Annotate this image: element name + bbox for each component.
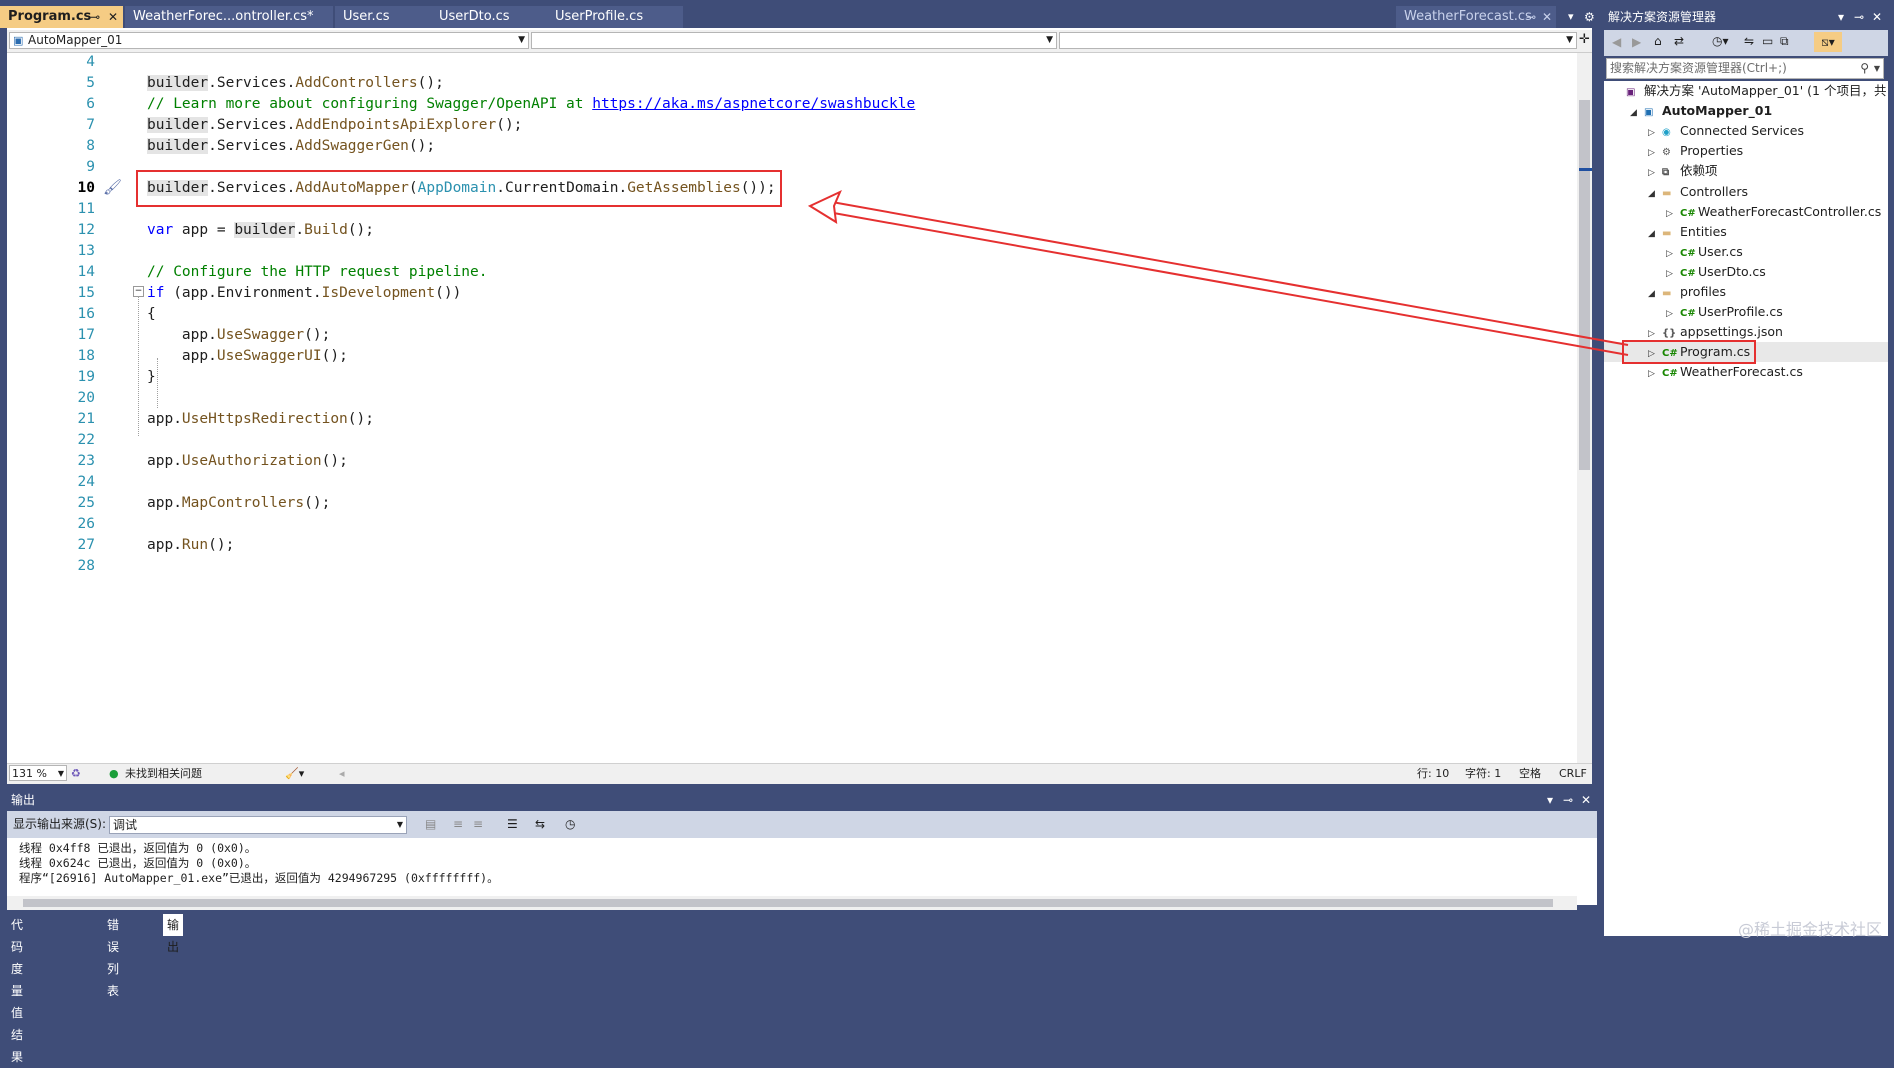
- watermark: @稀土掘金技术社区: [1737, 920, 1882, 939]
- annotation-arrow: [807, 189, 1629, 356]
